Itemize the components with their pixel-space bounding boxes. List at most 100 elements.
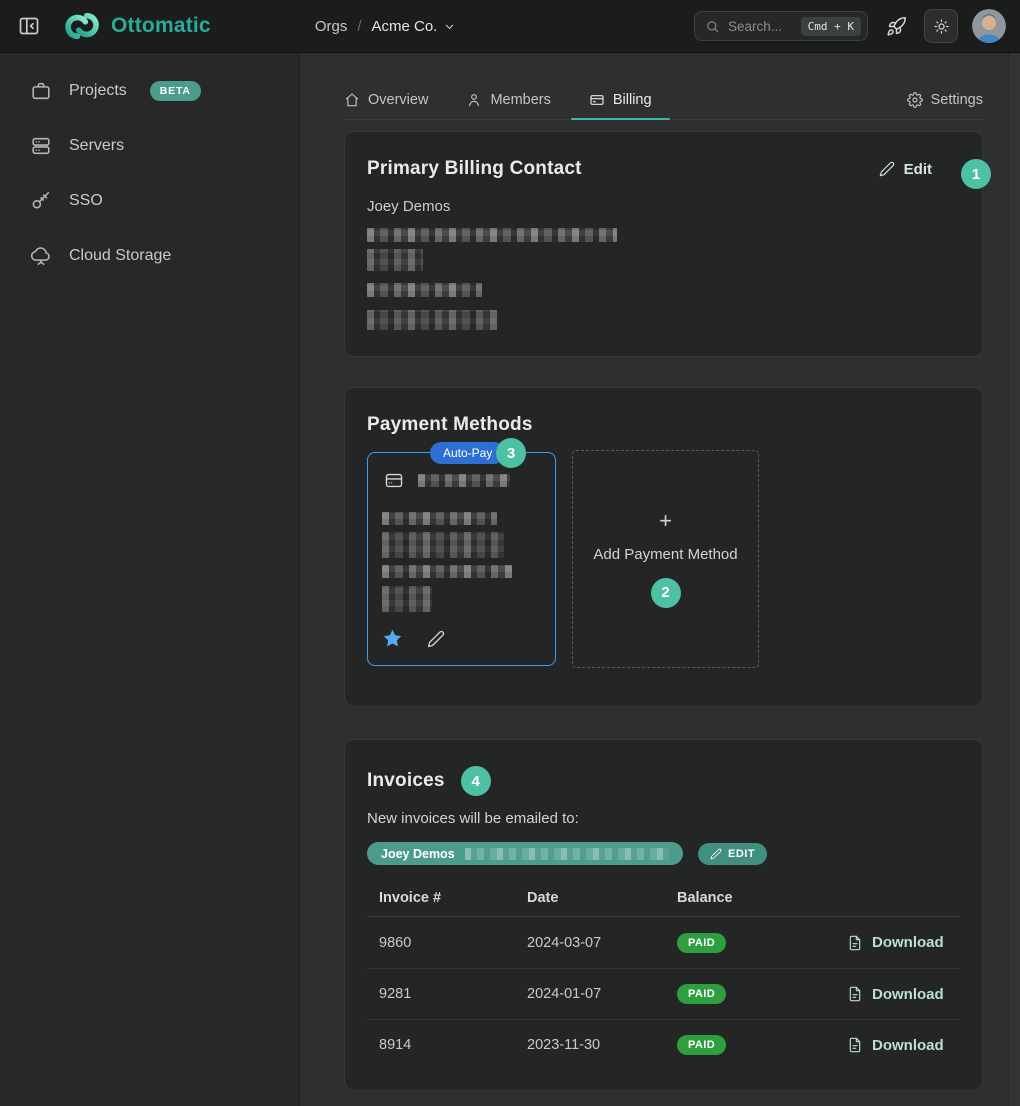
recipient-name: Joey Demos [381,847,455,861]
theme-toggle-button[interactable] [924,9,958,43]
status-badge: PAID [677,933,726,953]
panel-collapse-icon [17,14,41,38]
tab-bar: Overview Members Billing Settings [344,80,983,120]
invoice-email-note: New invoices will be emailed to: [367,808,960,830]
logo-mark-icon [60,10,104,42]
redacted-address-line [382,532,504,558]
tab-settings[interactable]: Settings [907,80,983,119]
app-window: Ottomatic Orgs / Acme Co. Cmd + K [0,0,1020,1106]
download-invoice-button[interactable]: Download [847,1037,944,1054]
search-box[interactable]: Cmd + K [694,11,868,41]
edit-payment-method-button[interactable] [427,630,445,648]
payment-method-card[interactable]: Auto-Pay 3 [367,452,556,666]
add-payment-label: Add Payment Method [593,546,737,563]
download-label: Download [872,986,944,1003]
card-title: Primary Billing Contact [367,158,582,180]
step-badge-1: 1 [961,159,991,189]
redacted-address-line [382,565,512,578]
tab-label: Overview [368,92,428,108]
topbar-actions: Cmd + K [694,9,1006,43]
pencil-icon [427,630,445,648]
logo-text: Ottomatic [111,14,211,38]
table-row: 9860 2024-03-07 PAID Download [367,917,960,968]
sidebar-item-label: Servers [69,137,124,155]
redacted-email-line [367,310,497,330]
step-badge-3: 3 [496,438,526,468]
user-avatar[interactable] [972,9,1006,43]
briefcase-icon [30,80,52,102]
invoice-date: 2023-11-30 [515,1037,665,1053]
download-label: Download [872,1037,944,1054]
redacted-address-line [367,249,423,271]
redacted-card-number [418,474,510,487]
edit-invoice-email-button[interactable]: EDIT [698,843,767,865]
breadcrumb-separator: / [357,18,361,35]
card-title: Invoices [367,770,445,792]
cloud-icon [30,245,52,267]
app-shell: Projects BETA Servers SSO Cloud Storage [0,53,1020,1106]
breadcrumb-orgs[interactable]: Orgs [315,18,348,35]
col-header-date: Date [515,890,665,906]
tab-overview[interactable]: Overview [344,80,428,119]
card-title: Payment Methods [367,414,960,436]
beta-badge: BETA [150,81,201,101]
table-header-row: Invoice # Date Balance [367,879,960,917]
file-icon [847,986,863,1002]
table-row: 9281 2024-01-07 PAID Download [367,968,960,1019]
home-icon [344,92,360,108]
breadcrumb: Orgs / Acme Co. [315,18,457,35]
tab-label: Billing [613,92,652,108]
billing-contact-name: Joey Demos [367,196,960,218]
scrollbar[interactable] [1008,53,1020,1106]
invoices-table: Invoice # Date Balance 9860 2024-03-07 P… [367,879,960,1070]
invoice-recipient-pill: Joey Demos [367,842,683,865]
gear-icon [907,92,923,108]
redacted-cardholder-line [382,512,497,525]
search-icon [705,19,720,34]
sidebar-item-sso[interactable]: SSO [0,173,299,228]
edit-label: EDIT [728,848,755,860]
topbar: Ottomatic Orgs / Acme Co. Cmd + K [0,0,1020,53]
app-logo[interactable]: Ottomatic [60,10,211,42]
invoice-date: 2024-03-07 [515,935,665,951]
key-icon [30,190,52,212]
autopay-badge: Auto-Pay [430,442,505,464]
sidebar-item-projects[interactable]: Projects BETA [0,63,299,118]
search-input[interactable] [728,19,793,34]
status-badge: PAID [677,1035,726,1055]
main-content: Overview Members Billing Settings [300,53,1008,1106]
edit-label: Edit [904,161,932,178]
edit-billing-contact-button[interactable]: Edit [879,161,932,178]
servers-icon [30,135,52,157]
quickstart-button[interactable] [882,12,910,40]
add-payment-method-button[interactable]: + Add Payment Method 2 [572,450,759,668]
rocket-icon [886,16,907,37]
invoices-card: Invoices 4 New invoices will be emailed … [344,739,983,1091]
tab-members[interactable]: Members [466,80,550,119]
sidebar-item-label: Projects [69,82,127,100]
tab-label: Settings [931,92,983,108]
tab-label: Members [490,92,550,108]
user-icon [466,92,482,108]
invoice-number: 8914 [367,1037,515,1053]
col-header-invoice: Invoice # [367,890,515,906]
download-invoice-button[interactable]: Download [847,986,944,1003]
download-invoice-button[interactable]: Download [847,934,944,951]
step-badge-4: 4 [461,766,491,796]
sidebar-item-label: Cloud Storage [69,247,171,265]
sidebar-collapse-button[interactable] [16,13,42,39]
sidebar-item-cloud-storage[interactable]: Cloud Storage [0,228,299,283]
table-row: 8914 2023-11-30 PAID Download [367,1019,960,1070]
redacted-zip-line [382,586,432,612]
pencil-icon [710,848,722,860]
default-payment-star-button[interactable] [382,628,403,649]
star-icon [382,628,403,649]
sidebar: Projects BETA Servers SSO Cloud Storage [0,53,300,1106]
primary-billing-contact-card: Primary Billing Contact Edit 1 Joey Demo… [344,131,983,357]
status-badge: PAID [677,984,726,1004]
sidebar-item-servers[interactable]: Servers [0,118,299,173]
redacted-address-line [367,228,617,242]
tab-billing[interactable]: Billing [589,80,652,119]
org-switcher[interactable]: Acme Co. [372,18,457,35]
payment-methods-card: Payment Methods Auto-Pay 3 [344,387,983,707]
